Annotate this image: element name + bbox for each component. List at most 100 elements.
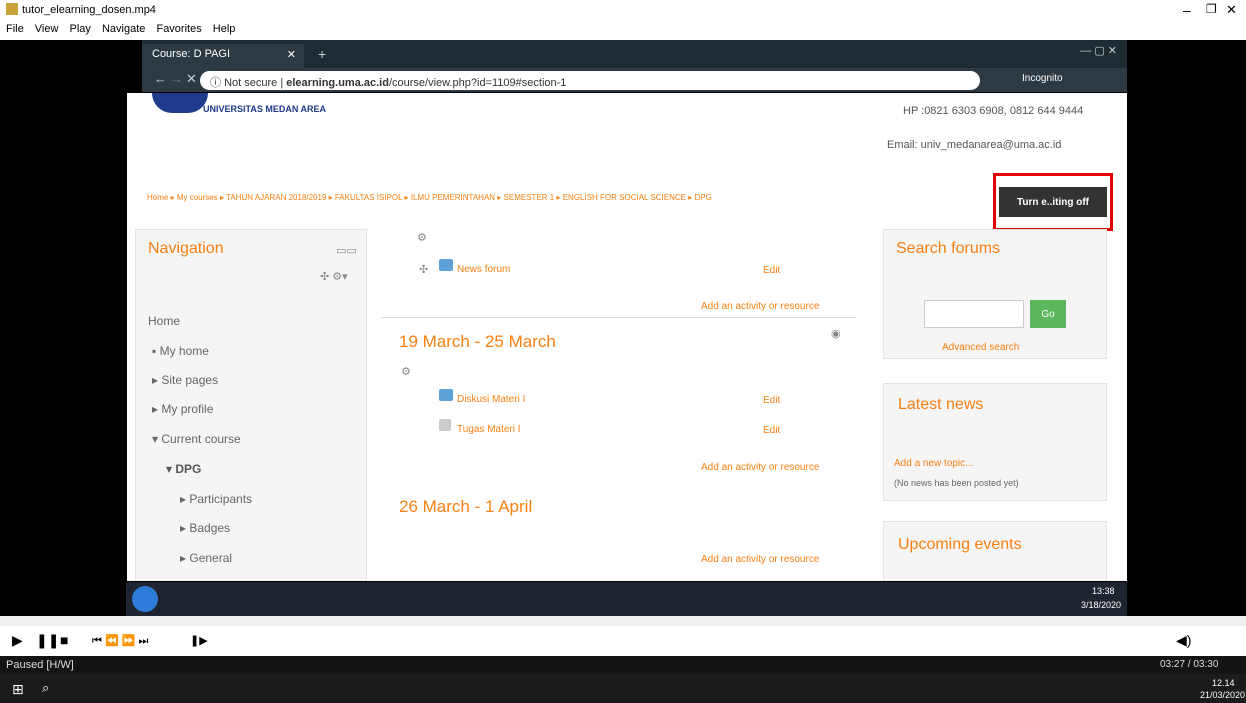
menu-navigate[interactable]: Navigate bbox=[102, 23, 145, 35]
navigation-block: Navigation ▭▭ ✣ ⚙▾ Home ▪ My home ▸ Site… bbox=[135, 229, 367, 581]
search-forums-title: Search forums bbox=[896, 240, 1001, 257]
nav-participants[interactable]: ▸ Participants bbox=[180, 492, 252, 506]
pause-icon[interactable]: ❚❚ bbox=[36, 632, 59, 649]
nav-dpg[interactable]: ▾ DPG bbox=[166, 462, 201, 476]
new-tab-icon[interactable]: + bbox=[318, 46, 326, 62]
nav-home[interactable]: Home bbox=[148, 314, 180, 328]
nav-my-home[interactable]: ▪ My home bbox=[152, 344, 209, 358]
assignment-icon bbox=[439, 419, 451, 431]
add-activity-link-3[interactable]: Add an activity or resource bbox=[701, 554, 819, 565]
play-icon[interactable]: ▶ bbox=[12, 632, 23, 649]
news-forum-move-icon[interactable]: ✣ bbox=[419, 263, 428, 276]
nav-current-course-label: Current course bbox=[161, 432, 241, 446]
seek-bar[interactable] bbox=[0, 616, 1246, 626]
no-news-text: (No news has been posted yet) bbox=[894, 478, 1019, 488]
url-path: /course/view.php?id=1109#section-1 bbox=[388, 77, 567, 89]
menu-view[interactable]: View bbox=[35, 23, 59, 35]
nav-site-pages[interactable]: ▸ Site pages bbox=[152, 373, 218, 387]
menu-favorites[interactable]: Favorites bbox=[156, 23, 201, 35]
menu-play[interactable]: Play bbox=[70, 23, 91, 35]
crumb-semester[interactable]: SEMESTER 1 bbox=[504, 193, 555, 202]
volume-icon[interactable]: ◀) bbox=[1176, 632, 1191, 649]
info-icon: ⓘ bbox=[210, 77, 221, 89]
breadcrumb: Home ▸ My courses ▸ TAHUN AJARAN 2018/20… bbox=[147, 193, 712, 202]
skip-controls-icon[interactable]: ⏮ ⏪ ⏩ ⏭ bbox=[92, 634, 148, 648]
clock-date: 21/03/2020 bbox=[1200, 690, 1246, 700]
back-icon[interactable]: ← bbox=[154, 71, 167, 86]
section1-title: 19 March - 25 March bbox=[399, 332, 556, 351]
stop-icon[interactable]: ✕ bbox=[186, 71, 197, 87]
crumb-home[interactable]: Home bbox=[147, 193, 168, 202]
crumb-dpg[interactable]: DPG bbox=[694, 193, 711, 202]
nav-current-course[interactable]: ▾ Current course bbox=[152, 432, 241, 446]
news-forum-link[interactable]: News forum bbox=[457, 264, 510, 275]
search-icon[interactable]: ⌕ bbox=[42, 680, 49, 696]
forum-icon bbox=[439, 259, 453, 271]
course-content: ⚙ ✣ News forum Edit Add an activity or r… bbox=[381, 229, 857, 581]
incognito-badge: Incognito bbox=[1022, 73, 1063, 84]
section1-eye-icon[interactable]: ◉ bbox=[831, 327, 841, 340]
crumb-course[interactable]: ENGLISH FOR SOCIAL SCIENCE bbox=[563, 193, 686, 202]
not-secure-label: Not secure bbox=[224, 77, 278, 89]
nav-move-icon[interactable]: ✣ ⚙▾ bbox=[320, 270, 348, 283]
tugas-link[interactable]: Tugas Materi I bbox=[457, 424, 521, 435]
windows-taskbar: ⊞ ⌕ 12.14 21/03/2020 bbox=[0, 674, 1246, 703]
nav-my-profile[interactable]: ▸ My profile bbox=[152, 402, 213, 416]
add-activity-link-2[interactable]: Add an activity or resource bbox=[701, 462, 819, 473]
crumb-year[interactable]: TAHUN AJARAN 2018/2019 bbox=[226, 193, 326, 202]
maximize-button[interactable]: ❐ bbox=[1206, 2, 1217, 16]
advanced-search-link[interactable]: Advanced search bbox=[942, 342, 1019, 353]
turn-editing-off-button[interactable]: Turn e..iting off bbox=[999, 187, 1107, 217]
tab-title: Course: D PAGI bbox=[152, 48, 231, 60]
tab-close-icon[interactable]: ✕ bbox=[287, 48, 296, 61]
phone-text: HP :0821 6303 6908, 0812 644 9444 bbox=[903, 105, 1084, 117]
logo bbox=[152, 93, 208, 113]
section0-gear-icon[interactable]: ⚙ bbox=[417, 231, 427, 244]
window-controls: — ▢ ✕ bbox=[1080, 45, 1117, 57]
edit-menu[interactable]: Edit bbox=[763, 265, 780, 276]
go-button[interactable]: Go bbox=[1030, 300, 1066, 328]
minimize-button[interactable]: – bbox=[1183, 2, 1191, 18]
email-text: Email: univ_medanarea@uma.ac.id bbox=[887, 139, 1062, 151]
frame-step-icon[interactable]: ❚▶ bbox=[190, 634, 208, 647]
stop-icon[interactable]: ■ bbox=[60, 632, 68, 648]
close-button[interactable]: ✕ bbox=[1226, 2, 1237, 18]
menu-help[interactable]: Help bbox=[213, 23, 236, 35]
nav-title: Navigation bbox=[148, 240, 224, 257]
inner-clock-date: 3/18/2020 bbox=[1081, 600, 1122, 610]
windows-start-icon[interactable]: ⊞ bbox=[12, 681, 24, 698]
nav-general[interactable]: ▸ General bbox=[180, 551, 232, 565]
upcoming-title: Upcoming events bbox=[898, 536, 1022, 553]
player-status: Paused [H/W] bbox=[6, 659, 74, 671]
edit-menu-3[interactable]: Edit bbox=[763, 425, 780, 436]
start-orb-icon[interactable] bbox=[132, 586, 158, 612]
url-host: elearning.uma.ac.id bbox=[286, 77, 389, 89]
discussion-icon bbox=[439, 389, 453, 401]
nav-my-profile-label: My profile bbox=[161, 402, 214, 416]
forward-icon[interactable]: → bbox=[170, 71, 183, 86]
window-title-bar: tutor_elearning_dosen.mp4 – ❐ ✕ bbox=[0, 0, 1246, 20]
edit-menu-2[interactable]: Edit bbox=[763, 395, 780, 406]
inner-taskbar: 13:38 3/18/2020 bbox=[126, 582, 1127, 616]
crumb-courses[interactable]: My courses bbox=[177, 193, 218, 202]
crumb-faculty[interactable]: FAKULTAS ISIPOL bbox=[335, 193, 402, 202]
clock-time: 12.14 bbox=[1212, 678, 1235, 688]
search-forums-input[interactable] bbox=[924, 300, 1024, 328]
section1-gear-icon[interactable]: ⚙ bbox=[401, 365, 411, 378]
menu-file[interactable]: File bbox=[6, 23, 24, 35]
add-activity-link[interactable]: Add an activity or resource bbox=[701, 301, 819, 312]
nav-badges[interactable]: ▸ Badges bbox=[180, 521, 230, 535]
nav-participants-label: Participants bbox=[189, 492, 253, 506]
nav-dock-icon[interactable]: ▭▭ bbox=[336, 244, 357, 257]
add-topic-link[interactable]: Add a new topic... bbox=[894, 458, 974, 469]
address-bar[interactable]: ⓘ Not secure | elearning.uma.ac.id/cours… bbox=[200, 71, 980, 90]
diskusi-link[interactable]: Diskusi Materi I bbox=[457, 394, 525, 405]
nav-general-label: General bbox=[189, 551, 233, 565]
crumb-dept[interactable]: ILMU PEMERINTAHAN bbox=[411, 193, 495, 202]
menu-bar: File View Play Navigate Favorites Help bbox=[0, 20, 1246, 40]
nav-badges-label: Badges bbox=[189, 521, 231, 535]
browser-tab[interactable]: Course: D PAGI ✕ bbox=[142, 44, 304, 68]
nav-site-pages-label: Site pages bbox=[161, 373, 219, 387]
latest-news-block: Latest news Add a new topic... (No news … bbox=[883, 383, 1107, 501]
nav-dpg-label: DPG bbox=[175, 462, 202, 476]
